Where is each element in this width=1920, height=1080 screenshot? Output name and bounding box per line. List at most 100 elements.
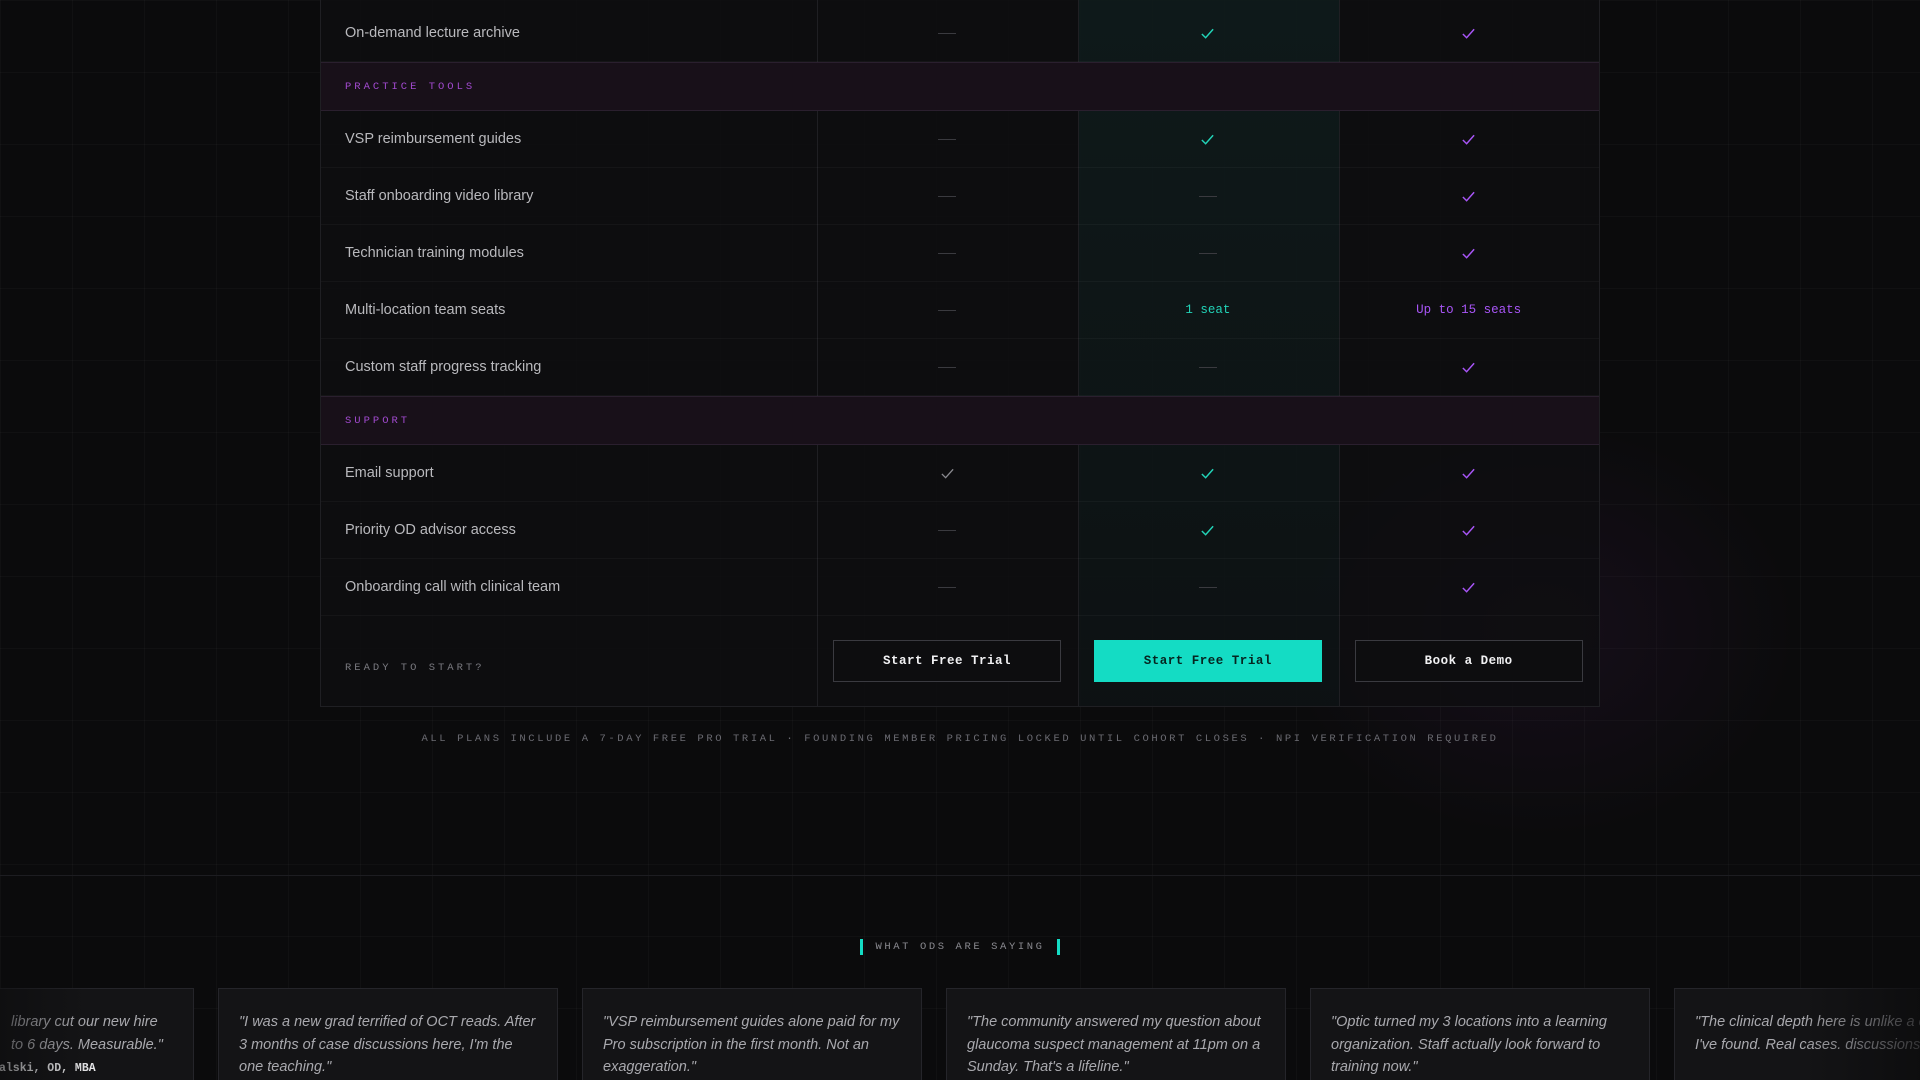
not-included-dash [1198, 586, 1217, 588]
seat-count: Up to 15 seats [1416, 303, 1522, 317]
feature-label: Staff onboarding video library [345, 188, 534, 204]
testimonial-quote: library cut our new hire to 6 days. Meas… [11, 1014, 163, 1053]
testimonial-card: "The community answered my question abou… [946, 988, 1286, 1080]
testimonial-quote: "VSP reimbursement guides alone paid for… [603, 1014, 900, 1075]
plan-cell [1338, 523, 1599, 538]
check-icon [1462, 525, 1475, 536]
check-icon [1462, 191, 1475, 202]
accent-bar [1056, 939, 1060, 955]
feature-label: Custom staff progress tracking [345, 359, 542, 375]
check-icon [1462, 582, 1475, 593]
not-included-dash [938, 252, 957, 254]
page: On-demand lecture archive PRACTICE TOOLS… [0, 0, 1920, 1080]
table-row: Technician training modules [321, 225, 1599, 282]
start-free-trial-button-pro[interactable]: Start Free Trial [1093, 640, 1322, 682]
plan-cell [1077, 366, 1338, 368]
testimonial-card: "I was a new grad terrified of OCT reads… [218, 988, 558, 1080]
testimonial-quote: "I was a new grad terrified of OCT reads… [239, 1014, 536, 1075]
plan-cell: Up to 15 seats [1338, 303, 1599, 317]
testimonials-heading: WHAT ODS ARE SAYING [875, 941, 1045, 953]
plan-cell [1338, 246, 1599, 261]
plan-cell [1338, 132, 1599, 147]
check-icon [1462, 362, 1475, 373]
not-included-dash [1198, 252, 1217, 254]
comparison-table: On-demand lecture archive PRACTICE TOOLS… [320, 0, 1600, 707]
testimonial-author: alski, OD, MBA [0, 1062, 96, 1075]
plan-cell [1077, 586, 1338, 588]
table-row: Staff onboarding video library [321, 168, 1599, 225]
plan-cell [1077, 132, 1338, 147]
testimonial-card: "The clinical depth here is unlike a com… [1674, 988, 1920, 1080]
plan-cell [1077, 523, 1338, 538]
plan-cell [817, 466, 1078, 481]
table-row: Multi-location team seats 1 seat Up to 1… [321, 282, 1599, 339]
seat-count: 1 seat [1185, 303, 1231, 317]
not-included-dash [938, 32, 957, 34]
section-header-support: SUPPORT [321, 396, 1599, 445]
testimonial-quote: "The clinical depth here is unlike a com… [1695, 1014, 1920, 1053]
plan-cell [1338, 26, 1599, 41]
cta-cell: Start Free Trial [817, 640, 1078, 682]
check-icon [1201, 468, 1214, 479]
book-demo-button[interactable]: Book a Demo [1354, 640, 1583, 682]
table-row: Priority OD advisor access [321, 502, 1599, 559]
testimonial-carousel: library cut our new hire to 6 days. Meas… [0, 988, 1920, 1080]
start-free-trial-button-basic[interactable]: Start Free Trial [833, 640, 1062, 682]
not-included-dash [938, 195, 957, 197]
plan-cell [817, 309, 1078, 311]
testimonials-eyebrow: WHAT ODS ARE SAYING [0, 939, 1920, 955]
not-included-dash [1198, 366, 1217, 368]
testimonial-quote: "Optic turned my 3 locations into a lear… [1331, 1014, 1607, 1075]
feature-label: Priority OD advisor access [345, 522, 516, 538]
cta-row: READY TO START? Start Free Trial Start F… [321, 616, 1599, 706]
testimonial-card: library cut our new hire to 6 days. Meas… [0, 988, 194, 1080]
table-row: On-demand lecture archive [321, 5, 1599, 62]
plan-cell [817, 366, 1078, 368]
section-divider [0, 875, 1920, 876]
not-included-dash [938, 309, 957, 311]
not-included-dash [938, 138, 957, 140]
plan-cell [1338, 189, 1599, 204]
plan-cell [1338, 360, 1599, 375]
plan-cell [817, 586, 1078, 588]
cta-cell: Start Free Trial [1077, 640, 1338, 682]
testimonial-card: "Optic turned my 3 locations into a lear… [1310, 988, 1650, 1080]
plan-cell [817, 138, 1078, 140]
check-icon [1201, 525, 1214, 536]
feature-label: VSP reimbursement guides [345, 131, 522, 147]
check-icon [1201, 134, 1214, 145]
not-included-dash [938, 366, 957, 368]
cta-label: READY TO START? [345, 662, 485, 674]
section-header-practice-tools: PRACTICE TOOLS [321, 62, 1599, 111]
plan-cell [1077, 26, 1338, 41]
feature-label: On-demand lecture archive [345, 25, 520, 41]
plan-cell [817, 32, 1078, 34]
feature-label: Onboarding call with clinical team [345, 579, 561, 595]
cta-cell: Book a Demo [1338, 640, 1599, 682]
check-icon [940, 468, 954, 479]
accent-bar [860, 939, 864, 955]
not-included-dash [1198, 195, 1217, 197]
check-icon [1462, 28, 1475, 39]
plan-cell [1077, 466, 1338, 481]
feature-label: Multi-location team seats [345, 302, 506, 318]
table-row: Onboarding call with clinical team [321, 559, 1599, 616]
table-row: VSP reimbursement guides [321, 111, 1599, 168]
plan-cell [817, 195, 1078, 197]
plan-cell [817, 529, 1078, 531]
plan-cell [1077, 195, 1338, 197]
plan-cell [1338, 580, 1599, 595]
table-row: Custom staff progress tracking [321, 339, 1599, 396]
section-title: PRACTICE TOOLS [345, 80, 476, 93]
plan-cell [1338, 466, 1599, 481]
plans-footnote: ALL PLANS INCLUDE A 7-DAY FREE PRO TRIAL… [421, 733, 1499, 745]
check-icon [1462, 134, 1475, 145]
plan-cell: 1 seat [1077, 303, 1338, 317]
feature-label: Technician training modules [345, 245, 524, 261]
plan-cell [1077, 252, 1338, 254]
testimonial-quote: "The community answered my question abou… [967, 1014, 1261, 1075]
feature-label: Email support [345, 465, 434, 481]
not-included-dash [938, 586, 957, 588]
section-title: SUPPORT [345, 414, 411, 427]
check-icon [1462, 248, 1475, 259]
